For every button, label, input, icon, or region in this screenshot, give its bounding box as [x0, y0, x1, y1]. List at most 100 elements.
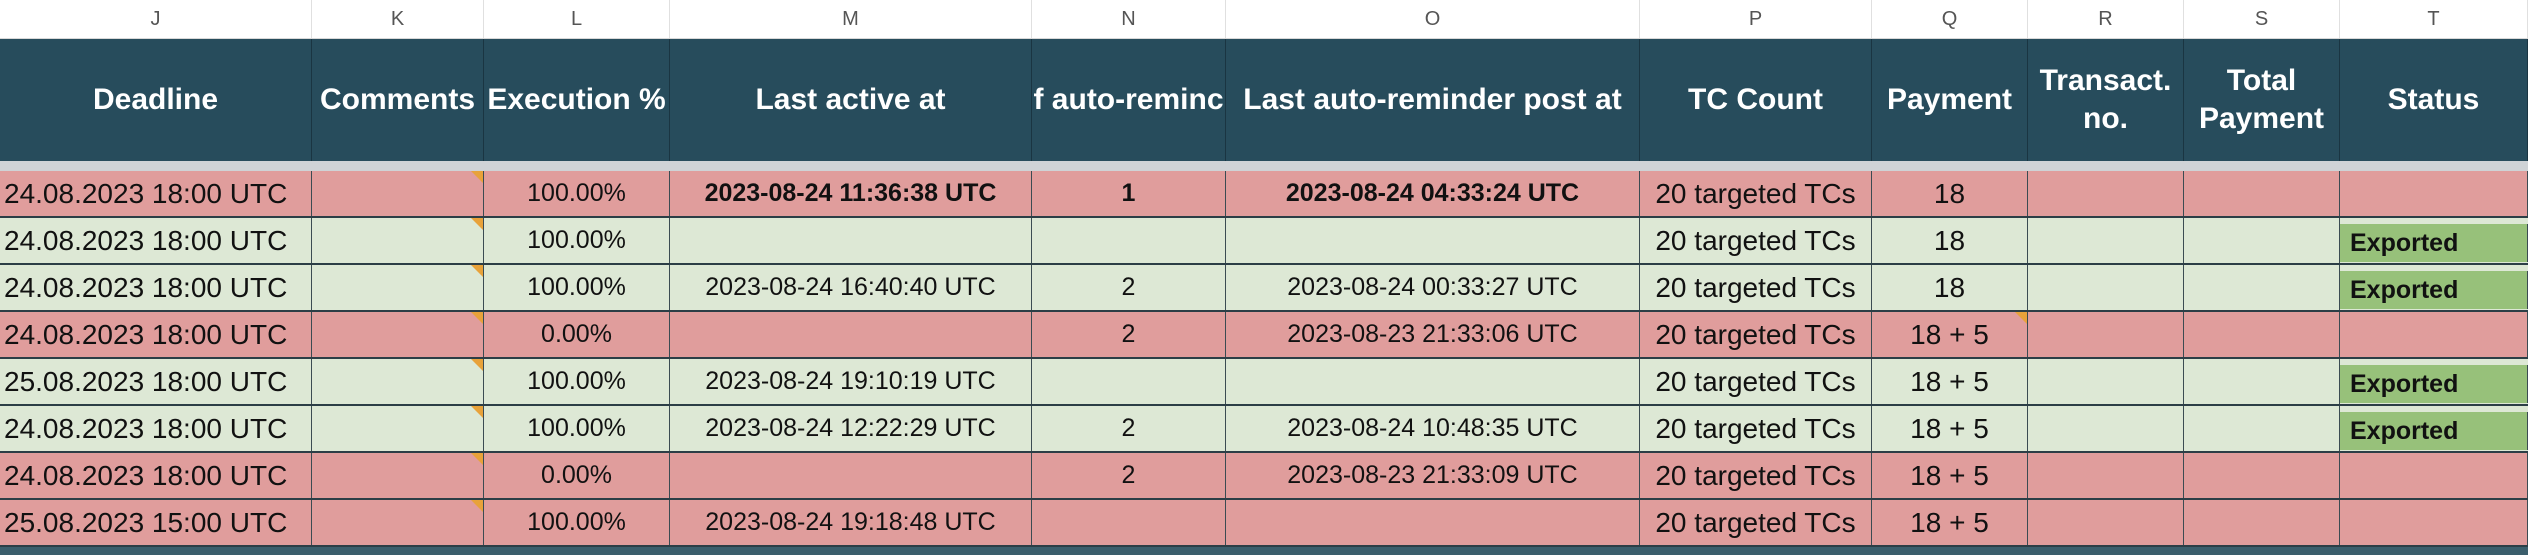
cell-payment[interactable]: 18 + 5: [1872, 359, 2028, 404]
cell-payment[interactable]: 18: [1872, 265, 2028, 310]
cell-payment[interactable]: 18: [1872, 218, 2028, 263]
cell-reminders[interactable]: 2: [1032, 453, 1226, 498]
column-letter-l[interactable]: L: [484, 0, 670, 38]
cell-comments[interactable]: [312, 453, 484, 498]
cell-tc-count[interactable]: 20 targeted TCs: [1640, 312, 1872, 357]
cell-status[interactable]: Exported: [2340, 271, 2528, 309]
header-last-active[interactable]: Last active at: [670, 39, 1032, 161]
cell-last-reminder[interactable]: 2023-08-24 04:33:24 UTC: [1226, 171, 1640, 216]
comment-indicator-icon[interactable]: [471, 218, 483, 230]
cell-total-payment[interactable]: [2184, 406, 2340, 451]
cell-comments[interactable]: [312, 265, 484, 310]
header-last-reminder[interactable]: Last auto-reminder post at: [1226, 39, 1640, 161]
column-letter-j[interactable]: J: [0, 0, 312, 38]
cell-status[interactable]: Exported: [2340, 224, 2528, 262]
cell-reminders[interactable]: 2: [1032, 406, 1226, 451]
cell-deadline[interactable]: 24.08.2023 18:00 UTC: [0, 312, 312, 357]
cell-payment[interactable]: 18 + 5: [1872, 312, 2028, 357]
cell-comments[interactable]: [312, 359, 484, 404]
header-comments[interactable]: Comments: [312, 39, 484, 161]
cell-total-payment[interactable]: [2184, 453, 2340, 498]
header-total-payment[interactable]: Total Payment: [2184, 39, 2340, 161]
cell-total-payment[interactable]: [2184, 265, 2340, 310]
cell-transact-no[interactable]: [2028, 312, 2184, 357]
comment-indicator-icon[interactable]: [471, 406, 483, 418]
cell-transact-no[interactable]: [2028, 265, 2184, 310]
cell-last-active[interactable]: 2023-08-24 16:40:40 UTC: [670, 265, 1032, 310]
header-transact-no[interactable]: Transact. no.: [2028, 39, 2184, 161]
cell-last-active[interactable]: [670, 218, 1032, 263]
cell-comments[interactable]: [312, 218, 484, 263]
column-letter-s[interactable]: S: [2184, 0, 2340, 38]
cell-payment[interactable]: 18 + 5: [1872, 500, 2028, 545]
cell-tc-count[interactable]: 20 targeted TCs: [1640, 265, 1872, 310]
cell-execution[interactable]: 100.00%: [484, 265, 670, 310]
cell-transact-no[interactable]: [2028, 218, 2184, 263]
comment-indicator-icon[interactable]: [471, 453, 483, 465]
cell-payment[interactable]: 18 + 5: [1872, 453, 2028, 498]
cell-execution[interactable]: 100.00%: [484, 500, 670, 545]
column-letter-m[interactable]: M: [670, 0, 1032, 38]
cell-last-reminder[interactable]: [1226, 359, 1640, 404]
comment-indicator-icon[interactable]: [471, 312, 483, 324]
cell-status[interactable]: [2340, 312, 2528, 357]
cell-execution[interactable]: 0.00%: [484, 312, 670, 357]
comment-indicator-icon[interactable]: [471, 171, 483, 183]
cell-comments[interactable]: [312, 312, 484, 357]
cell-total-payment[interactable]: [2184, 359, 2340, 404]
cell-deadline[interactable]: 24.08.2023 18:00 UTC: [0, 453, 312, 498]
cell-status[interactable]: Exported: [2340, 365, 2528, 403]
cell-total-payment[interactable]: [2184, 171, 2340, 216]
cell-last-active[interactable]: 2023-08-24 19:10:19 UTC: [670, 359, 1032, 404]
cell-execution[interactable]: 100.00%: [484, 218, 670, 263]
cell-last-reminder[interactable]: 2023-08-23 21:33:09 UTC: [1226, 453, 1640, 498]
column-letter-t[interactable]: T: [2340, 0, 2528, 38]
cell-tc-count[interactable]: 20 targeted TCs: [1640, 453, 1872, 498]
cell-reminders[interactable]: 2: [1032, 265, 1226, 310]
cell-last-reminder[interactable]: 2023-08-23 21:33:06 UTC: [1226, 312, 1640, 357]
cell-total-payment[interactable]: [2184, 312, 2340, 357]
cell-reminders[interactable]: 1: [1032, 171, 1226, 216]
cell-transact-no[interactable]: [2028, 406, 2184, 451]
cell-deadline[interactable]: 24.08.2023 18:00 UTC: [0, 406, 312, 451]
cell-last-reminder[interactable]: 2023-08-24 00:33:27 UTC: [1226, 265, 1640, 310]
cell-total-payment[interactable]: [2184, 500, 2340, 545]
header-payment[interactable]: Payment: [1872, 39, 2028, 161]
cell-execution[interactable]: 0.00%: [484, 453, 670, 498]
cell-tc-count[interactable]: 20 targeted TCs: [1640, 218, 1872, 263]
cell-deadline[interactable]: 25.08.2023 15:00 UTC: [0, 500, 312, 545]
column-letter-q[interactable]: Q: [1872, 0, 2028, 38]
cell-deadline[interactable]: 24.08.2023 18:00 UTC: [0, 218, 312, 263]
cell-transact-no[interactable]: [2028, 171, 2184, 216]
cell-comments[interactable]: [312, 406, 484, 451]
cell-deadline[interactable]: 25.08.2023 18:00 UTC: [0, 359, 312, 404]
cell-execution[interactable]: 100.00%: [484, 406, 670, 451]
cell-status[interactable]: [2340, 453, 2528, 498]
cell-total-payment[interactable]: [2184, 218, 2340, 263]
cell-reminders[interactable]: [1032, 218, 1226, 263]
cell-tc-count[interactable]: 20 targeted TCs: [1640, 171, 1872, 216]
comment-indicator-icon[interactable]: [471, 500, 483, 512]
column-letter-p[interactable]: P: [1640, 0, 1872, 38]
cell-transact-no[interactable]: [2028, 500, 2184, 545]
column-letter-k[interactable]: K: [312, 0, 484, 38]
cell-reminders[interactable]: 2: [1032, 312, 1226, 357]
column-letter-r[interactable]: R: [2028, 0, 2184, 38]
cell-comments[interactable]: [312, 500, 484, 545]
cell-transact-no[interactable]: [2028, 453, 2184, 498]
cell-last-active[interactable]: [670, 453, 1032, 498]
cell-last-active[interactable]: 2023-08-24 12:22:29 UTC: [670, 406, 1032, 451]
cell-status[interactable]: Exported: [2340, 412, 2528, 450]
cell-execution[interactable]: 100.00%: [484, 359, 670, 404]
cell-last-reminder[interactable]: 2023-08-24 10:48:35 UTC: [1226, 406, 1640, 451]
cell-deadline[interactable]: 24.08.2023 18:00 UTC: [0, 171, 312, 216]
cell-reminders[interactable]: [1032, 500, 1226, 545]
cell-last-active[interactable]: 2023-08-24 11:36:38 UTC: [670, 171, 1032, 216]
comment-indicator-icon[interactable]: [471, 265, 483, 277]
column-letter-o[interactable]: O: [1226, 0, 1640, 38]
cell-last-active[interactable]: [670, 312, 1032, 357]
header-execution[interactable]: Execution %: [484, 39, 670, 161]
cell-last-reminder[interactable]: [1226, 500, 1640, 545]
header-deadline[interactable]: Deadline: [0, 39, 312, 161]
cell-transact-no[interactable]: [2028, 359, 2184, 404]
